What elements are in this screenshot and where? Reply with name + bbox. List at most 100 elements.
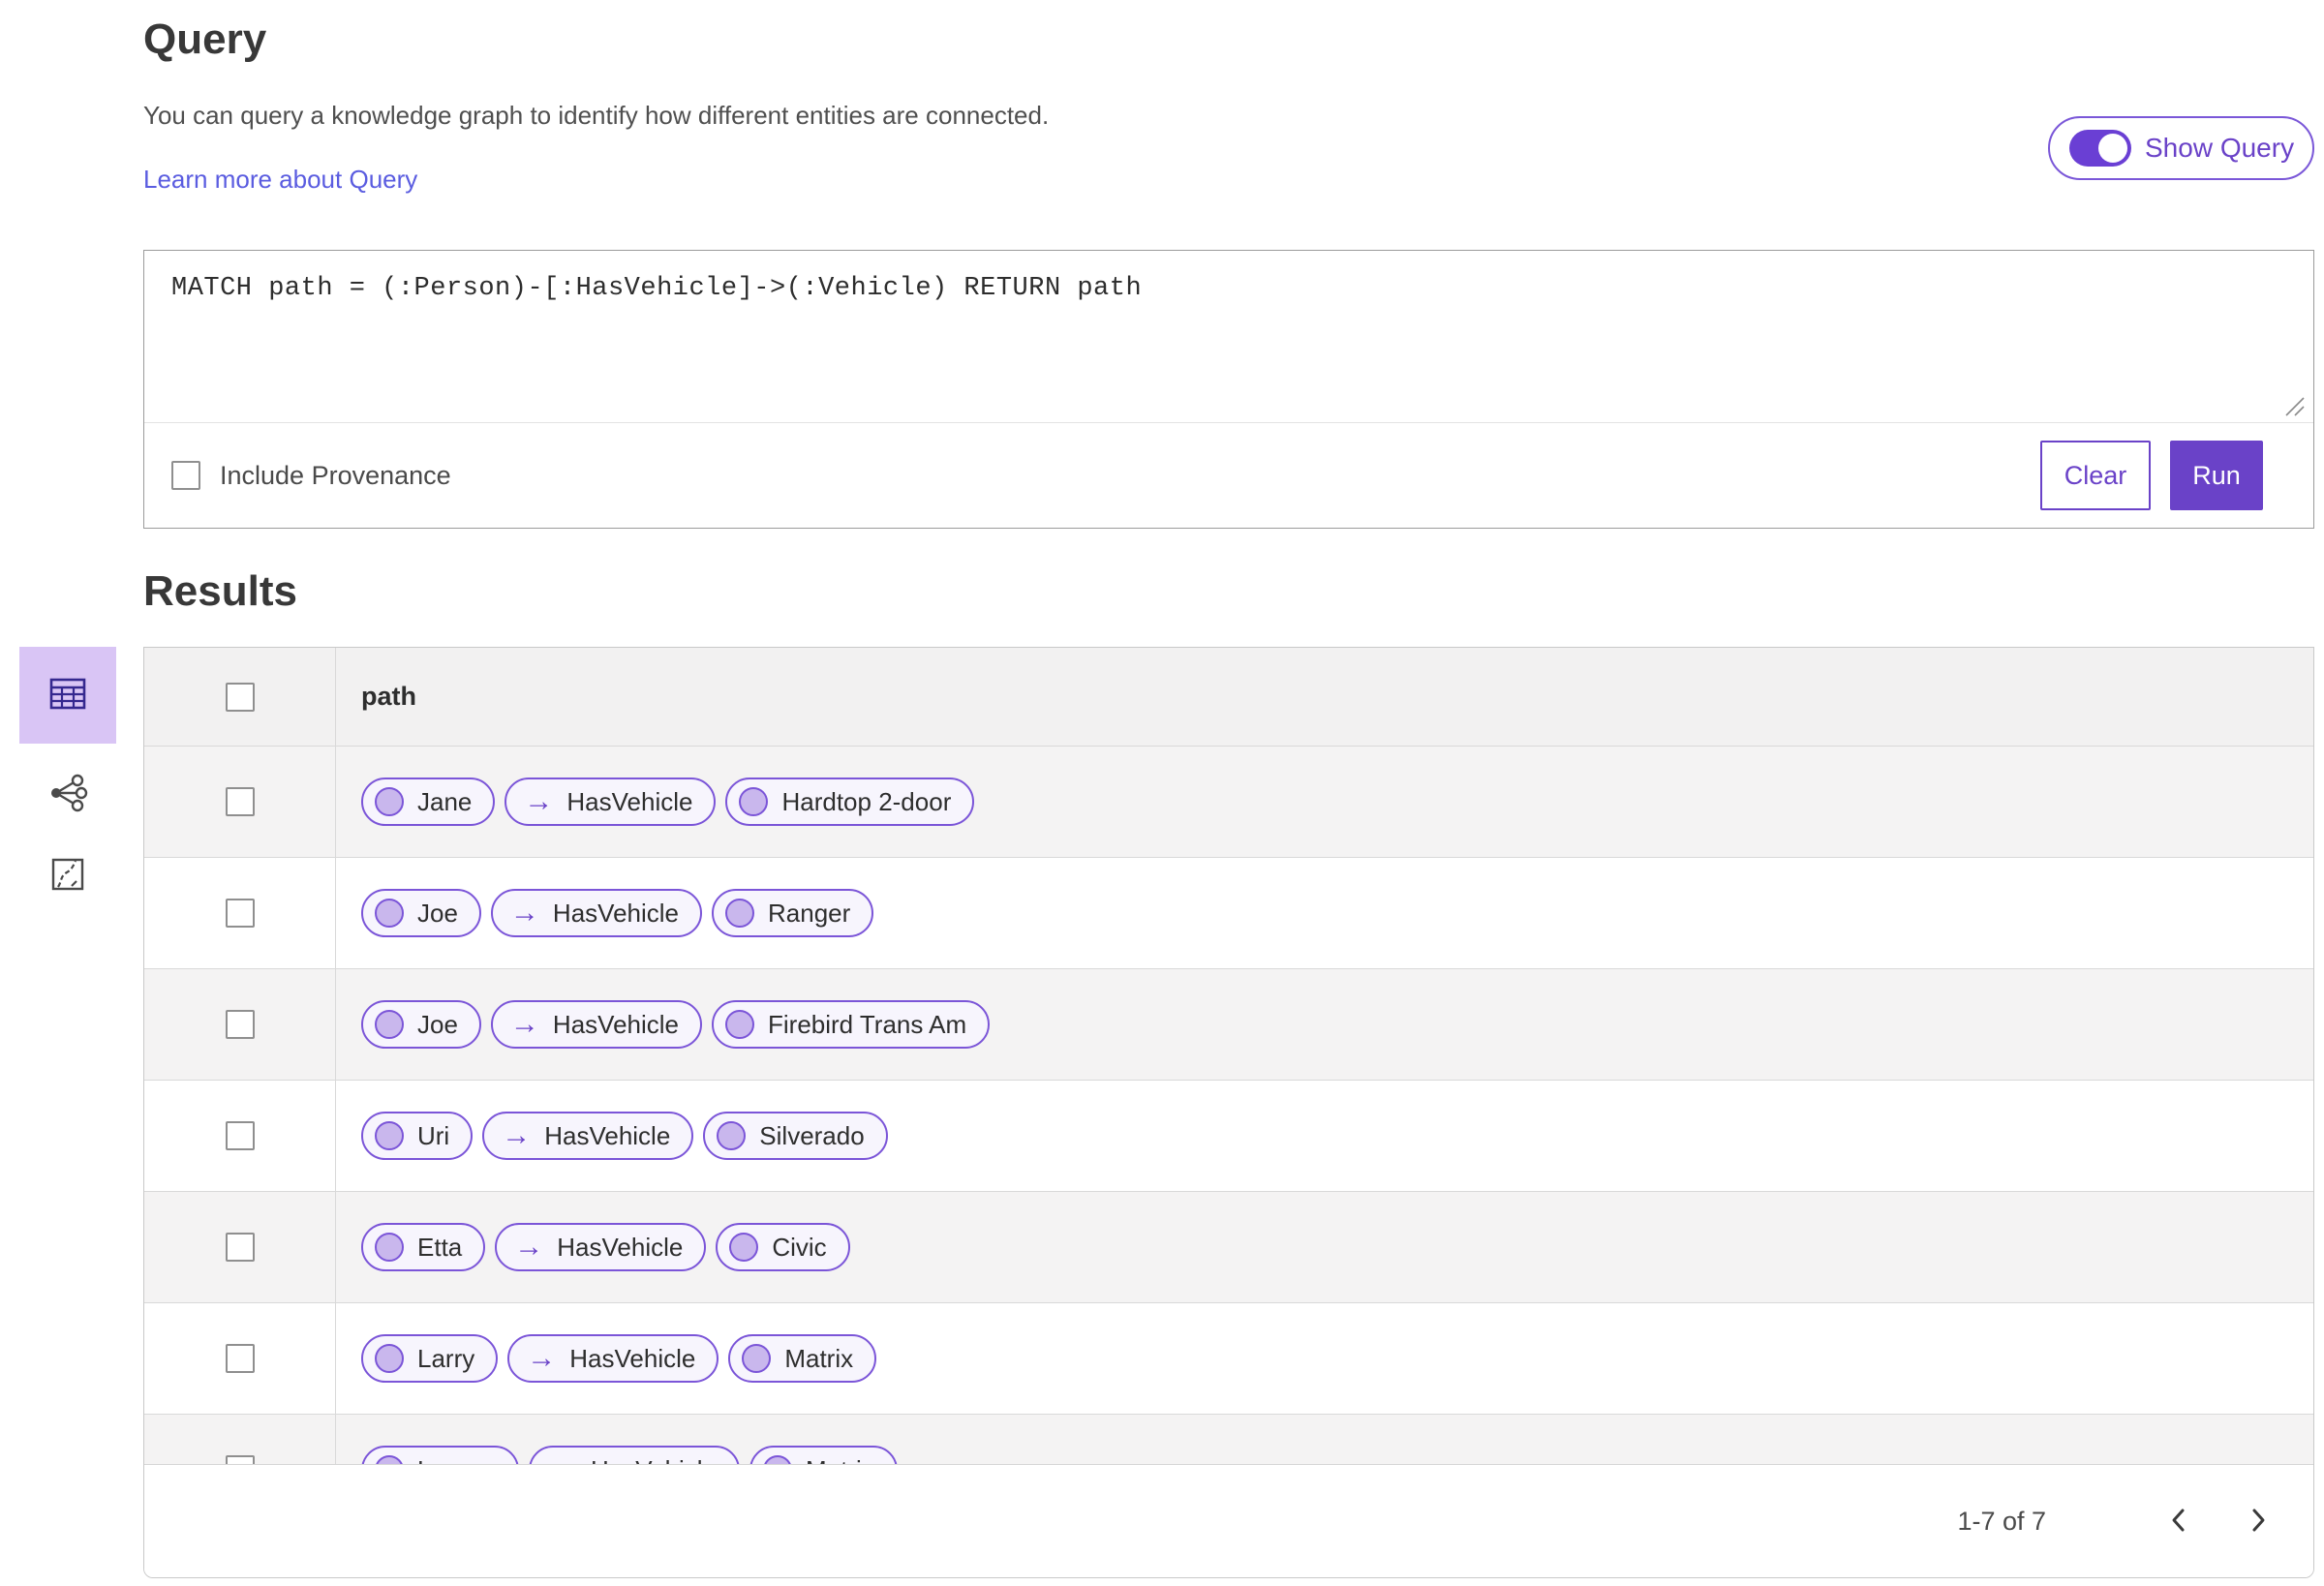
chevron-left-icon <box>2168 1505 2189 1539</box>
row-checkbox-cell <box>144 969 336 1080</box>
entity-node-icon <box>725 899 754 928</box>
table-row: Larry → HasVehicle Matrix <box>144 1303 2313 1415</box>
row-checkbox[interactable] <box>225 899 255 928</box>
entity-label: Uri <box>417 1120 450 1150</box>
entity-chip-source[interactable]: Larry <box>361 1334 499 1383</box>
entity-chip-source[interactable]: Etta <box>361 1223 486 1271</box>
entity-node-icon <box>717 1121 747 1150</box>
entity-node-icon <box>375 899 404 928</box>
relationship-chip[interactable]: → HasVehicle <box>490 1000 702 1049</box>
row-checkbox-cell <box>144 858 336 968</box>
run-button[interactable]: Run <box>2170 441 2263 510</box>
show-query-label: Show Query <box>2145 133 2295 163</box>
row-checkbox[interactable] <box>225 1121 255 1150</box>
show-query-toggle[interactable]: Show Query <box>2048 116 2314 180</box>
map-view-icon <box>46 853 89 899</box>
query-panel: MATCH path = (:Person)-[:HasVehicle]->(:… <box>143 250 2314 529</box>
row-checkbox-cell <box>144 1303 336 1414</box>
table-body: Jane → HasVehicle Hardtop 2-door Joe → H… <box>144 747 2313 1466</box>
row-path-cell: Uri → HasVehicle Silverado <box>336 1081 2313 1191</box>
row-checkbox[interactable] <box>225 1344 255 1373</box>
row-path-cell: Larry → HasVehicle Matrix <box>336 1303 2313 1414</box>
table-row: Etta → HasVehicle Civic <box>144 1192 2313 1303</box>
entity-chip-target[interactable]: Silverado <box>703 1112 888 1160</box>
relationship-chip[interactable]: → HasVehicle <box>495 1223 707 1271</box>
relationship-chip[interactable]: → HasVehicle <box>528 1446 741 1466</box>
map-view-button[interactable] <box>19 844 116 906</box>
entity-label: Joe <box>417 1009 458 1039</box>
row-checkbox-cell <box>144 1415 336 1466</box>
row-path-cell: Lauren → HasVehicle Matrix <box>336 1415 2313 1466</box>
resize-handle-icon[interactable] <box>2280 392 2306 417</box>
table-header-row: path <box>144 648 2313 747</box>
table-row: Jane → HasVehicle Hardtop 2-door <box>144 747 2313 858</box>
learn-more-link[interactable]: Learn more about Query <box>143 165 417 195</box>
entity-chip-source[interactable]: Jane <box>361 778 496 826</box>
entity-chip-target[interactable]: Firebird Trans Am <box>712 1000 991 1049</box>
row-checkbox[interactable] <box>225 1233 255 1262</box>
entity-label: Civic <box>772 1232 827 1262</box>
query-description: You can query a knowledge graph to ident… <box>143 101 1050 130</box>
arrow-right-icon: → <box>514 1231 544 1263</box>
arrow-right-icon: → <box>527 1342 557 1374</box>
row-checkbox[interactable] <box>225 787 255 816</box>
query-input[interactable]: MATCH path = (:Person)-[:HasVehicle]->(:… <box>144 251 2313 423</box>
entity-node-icon <box>375 787 404 816</box>
relationship-chip[interactable]: → HasVehicle <box>482 1112 694 1160</box>
row-checkbox-cell <box>144 747 336 857</box>
entity-label: Jane <box>417 786 473 816</box>
relationship-label: HasVehicle <box>557 1232 684 1262</box>
entity-label: Etta <box>417 1232 463 1262</box>
pagination-range: 1-7 of 7 <box>1957 1506 2046 1536</box>
column-header-path: path <box>361 682 416 711</box>
entity-label: Hardtop 2-door <box>781 786 952 816</box>
chevron-right-icon <box>2248 1505 2269 1539</box>
entity-chip-source[interactable]: Lauren <box>361 1446 519 1466</box>
row-checkbox[interactable] <box>225 1010 255 1039</box>
include-provenance-checkbox[interactable] <box>171 461 200 490</box>
table-view-button[interactable] <box>19 647 116 744</box>
entity-chip-target[interactable]: Matrix <box>728 1334 877 1383</box>
clear-button[interactable]: Clear <box>2040 441 2151 510</box>
entity-label: Firebird Trans Am <box>768 1009 967 1039</box>
relationship-label: HasVehicle <box>552 898 679 928</box>
pagination-prev-button[interactable] <box>2156 1499 2201 1543</box>
entity-label: Joe <box>417 898 458 928</box>
entity-chip-target[interactable]: Matrix <box>749 1446 898 1466</box>
table-row: Joe → HasVehicle Ranger <box>144 858 2313 969</box>
table-row: Uri → HasVehicle Silverado <box>144 1081 2313 1192</box>
row-path-cell: Joe → HasVehicle Ranger <box>336 858 2313 968</box>
row-checkbox-cell <box>144 1081 336 1191</box>
include-provenance-label: Include Provenance <box>220 460 451 490</box>
row-path-cell: Jane → HasVehicle Hardtop 2-door <box>336 747 2313 857</box>
arrow-right-icon: → <box>502 1119 532 1151</box>
entity-label: Larry <box>417 1343 475 1373</box>
results-table: path Jane → HasVehicle Hardtop 2-door Jo… <box>143 647 2314 1578</box>
entity-node-icon <box>729 1233 759 1262</box>
toggle-switch-icon[interactable] <box>2069 130 2131 167</box>
entity-chip-source[interactable]: Uri <box>361 1112 474 1160</box>
entity-chip-target[interactable]: Hardtop 2-door <box>725 778 975 826</box>
entity-node-icon <box>725 1010 754 1039</box>
toggle-knob <box>2098 134 2127 163</box>
entity-node-icon <box>739 787 769 816</box>
relationship-label: HasVehicle <box>544 1120 671 1150</box>
entity-node-icon <box>375 1344 404 1373</box>
select-all-checkbox[interactable] <box>225 682 255 712</box>
relationship-chip[interactable]: → HasVehicle <box>507 1334 719 1383</box>
results-section-title: Results <box>143 567 297 615</box>
entity-node-icon <box>375 1121 404 1150</box>
relationship-chip[interactable]: → HasVehicle <box>505 778 717 826</box>
link-chart-view-icon <box>46 772 89 817</box>
entity-chip-target[interactable]: Civic <box>716 1223 850 1271</box>
entity-label: Ranger <box>768 898 851 928</box>
entity-chip-source[interactable]: Joe <box>361 889 481 937</box>
pagination-next-button[interactable] <box>2236 1499 2280 1543</box>
relationship-chip[interactable]: → HasVehicle <box>490 889 702 937</box>
entity-chip-target[interactable]: Ranger <box>712 889 874 937</box>
row-checkbox-cell <box>144 1192 336 1302</box>
entity-node-icon <box>375 1010 404 1039</box>
link-chart-view-button[interactable] <box>19 763 116 825</box>
entity-chip-source[interactable]: Joe <box>361 1000 481 1049</box>
entity-node-icon <box>375 1233 404 1262</box>
